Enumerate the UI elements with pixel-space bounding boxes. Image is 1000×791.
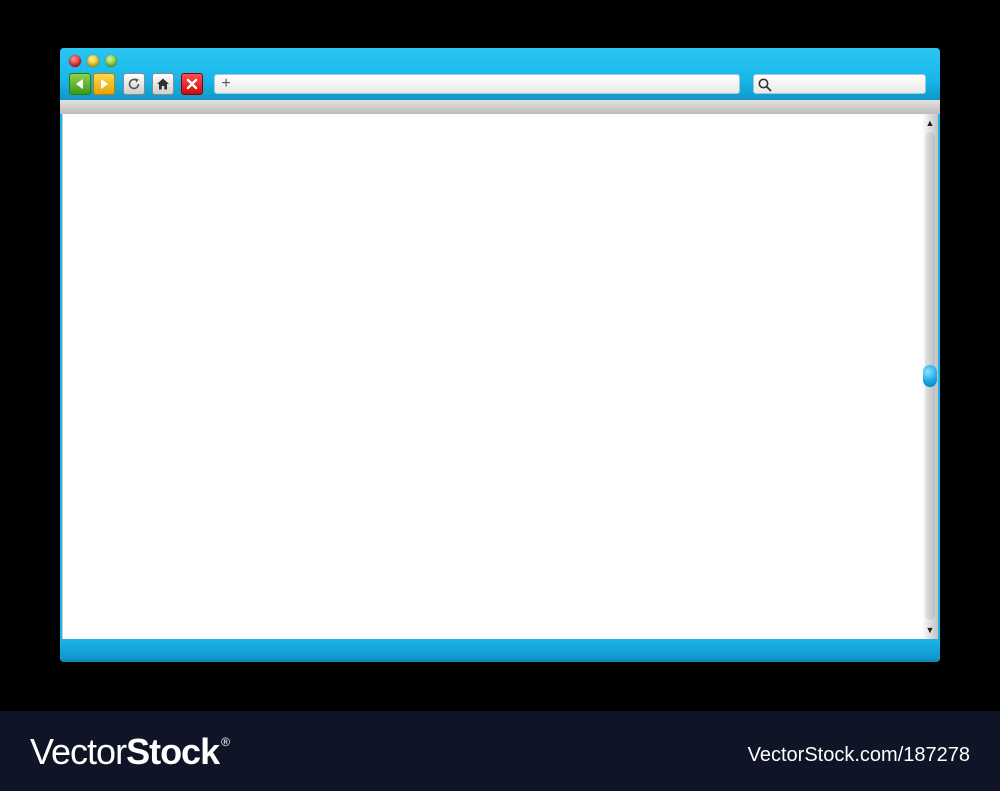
- reload-button[interactable]: [123, 73, 145, 95]
- forward-button[interactable]: [93, 73, 115, 95]
- home-button[interactable]: [152, 73, 174, 95]
- logo-text-light: Vector: [30, 731, 127, 772]
- reload-icon: [128, 78, 140, 90]
- back-arrow-icon: [76, 79, 83, 89]
- maximize-window-button[interactable]: [105, 55, 117, 67]
- page-viewport[interactable]: [62, 114, 923, 639]
- tab-strip: [60, 100, 940, 114]
- search-input[interactable]: [776, 75, 926, 95]
- home-icon: [157, 78, 169, 90]
- stop-button[interactable]: [181, 73, 203, 95]
- scroll-up-arrow-icon[interactable]: ▲: [922, 115, 938, 131]
- add-bookmark-button[interactable]: +: [217, 76, 235, 92]
- browser-window: + ▲ ▼: [60, 48, 940, 662]
- scroll-down-arrow-icon[interactable]: ▼: [922, 622, 938, 638]
- logo-text-bold: Stock: [126, 731, 220, 772]
- registered-mark: ®: [221, 735, 230, 749]
- vertical-scrollbar[interactable]: ▲ ▼: [922, 114, 938, 639]
- url-input[interactable]: [239, 75, 739, 95]
- forward-arrow-icon: [101, 79, 108, 89]
- stop-x-icon: [186, 78, 198, 90]
- address-bar[interactable]: +: [214, 74, 740, 95]
- watermark-url: VectorStock.com/187278: [747, 744, 970, 766]
- watermark-bar: VectorStock ® VectorStock.com/187278: [0, 711, 1000, 791]
- search-icon: [758, 78, 772, 92]
- search-bar[interactable]: [753, 74, 926, 95]
- back-button[interactable]: [69, 73, 91, 95]
- scroll-thumb[interactable]: [923, 365, 937, 387]
- vectorstock-logo: VectorStock ®: [30, 731, 230, 773]
- browser-toolbar: +: [60, 48, 940, 100]
- status-bar: [60, 639, 940, 662]
- close-window-button[interactable]: [69, 55, 81, 67]
- minimize-window-button[interactable]: [87, 55, 99, 67]
